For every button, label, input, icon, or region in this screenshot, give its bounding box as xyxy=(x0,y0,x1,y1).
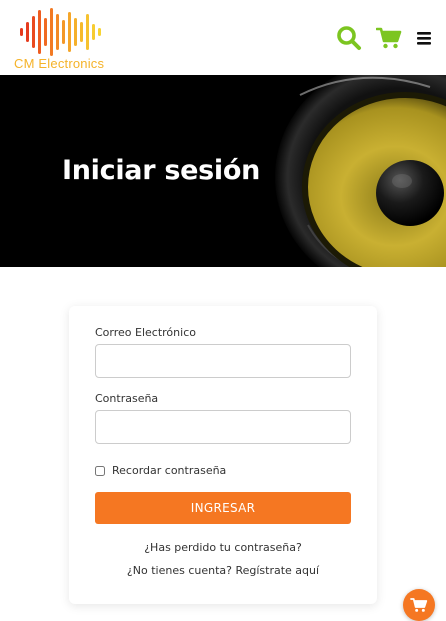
hero-banner: Iniciar sesión xyxy=(0,75,446,267)
logo-soundwave-icon xyxy=(20,8,101,56)
cart-icon[interactable] xyxy=(376,26,402,50)
email-label: Correo Electrónico xyxy=(95,326,196,339)
remember-label: Recordar contraseña xyxy=(112,464,227,477)
menu-icon[interactable] xyxy=(416,30,432,46)
remember-checkbox[interactable] xyxy=(95,465,105,476)
site-header: CM Electronics xyxy=(0,0,446,75)
login-submit-button[interactable]: INGRESAR xyxy=(95,492,351,524)
search-icon[interactable] xyxy=(336,25,362,51)
brand-name: CM Electronics xyxy=(14,56,105,71)
login-card: Correo Electrónico Contraseña Recordar c… xyxy=(69,306,377,604)
page-title: Iniciar sesión xyxy=(62,155,260,186)
register-link[interactable]: ¿No tienes cuenta? Regístrate aquí xyxy=(69,564,377,577)
remember-row: Recordar contraseña xyxy=(95,464,226,477)
email-field[interactable] xyxy=(95,344,351,378)
brand-logo[interactable]: CM Electronics xyxy=(12,6,112,71)
password-label: Contraseña xyxy=(95,392,159,405)
header-actions xyxy=(336,24,432,52)
cart-icon xyxy=(410,598,428,612)
forgot-password-link[interactable]: ¿Has perdido tu contraseña? xyxy=(69,541,377,554)
password-field[interactable] xyxy=(95,410,351,444)
floating-cart-button[interactable] xyxy=(403,589,435,621)
